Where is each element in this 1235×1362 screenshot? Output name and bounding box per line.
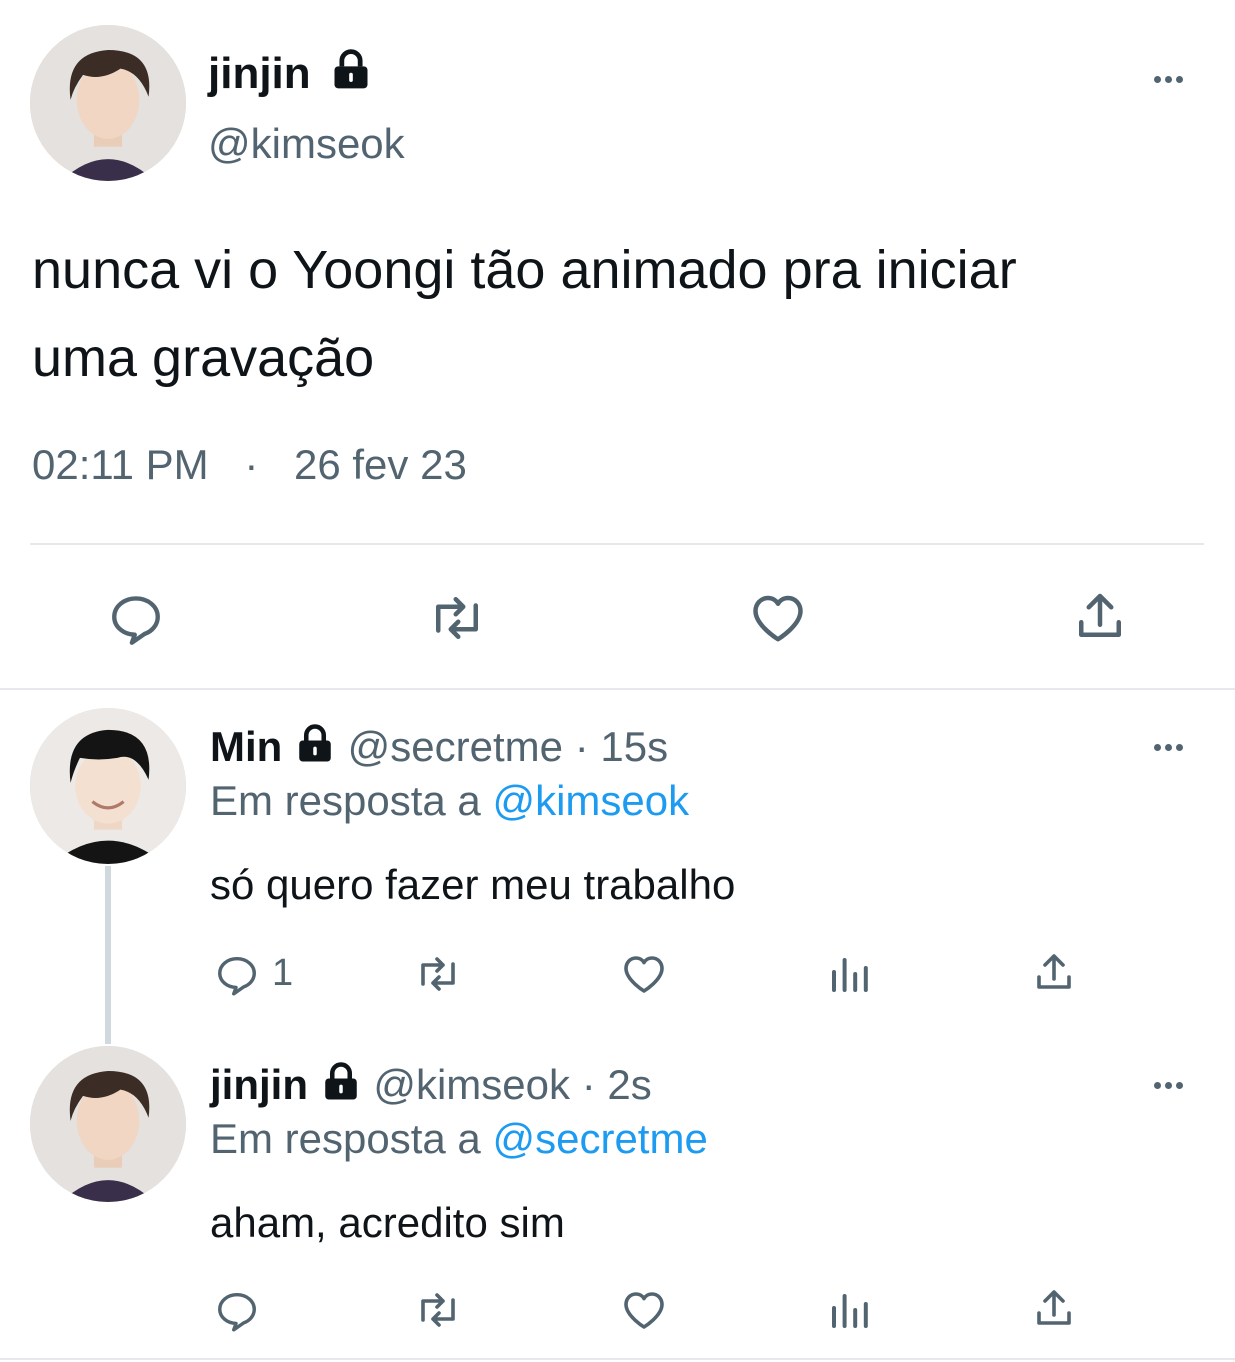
like-icon[interactable] [620,1286,668,1334]
reply-author-name[interactable]: Min [210,723,282,770]
retweet-icon[interactable] [424,588,490,648]
bottom-divider [0,1358,1235,1360]
reply-to-link[interactable]: @kimseok [492,777,689,824]
share-icon[interactable] [1070,586,1130,646]
reply-icon[interactable] [214,1288,260,1334]
views-icon[interactable] [826,950,874,998]
reply-to-link[interactable]: @secretme [492,1115,707,1162]
avatar-min[interactable] [30,708,186,864]
thread-line [105,866,111,1044]
author-name[interactable]: jinjin [208,49,311,98]
lock-icon [294,723,336,776]
reply-icon[interactable] [107,590,165,648]
meta-separator: · [244,441,259,488]
author-handle[interactable]: @kimseok [208,118,405,170]
reply-time[interactable]: 15s [600,723,668,770]
more-icon[interactable] [1154,1076,1187,1094]
tweet-text: nunca vi o Yoongi tão animado pra inicia… [32,226,1017,402]
more-icon[interactable] [1154,738,1187,756]
reply-author-name[interactable]: jinjin [210,1061,308,1108]
avatar-image [30,1046,186,1202]
tweet-text-line1: nunca vi o Yoongi tão animado pra inicia… [32,240,1017,300]
divider [30,543,1204,545]
reply-text: aham, acredito sim [210,1199,565,1246]
time-separator: · [574,723,589,770]
reply-prefix: Em resposta a [210,1115,481,1162]
reply-text: só quero fazer meu trabalho [210,861,736,908]
lock-icon [329,48,373,104]
tweet-date[interactable]: 26 fev 23 [294,441,467,488]
avatar-jinjin[interactable] [30,25,186,181]
avatar-jinjin[interactable] [30,1046,186,1202]
reply-author-handle[interactable]: @secretme [348,723,563,770]
avatar-image [30,708,186,864]
reply-time[interactable]: 2s [607,1061,651,1108]
time-separator: · [581,1061,596,1108]
retweet-icon[interactable] [412,1286,464,1334]
reply-count: 1 [272,952,294,994]
tweet-text-line2: uma gravação [32,328,375,388]
share-icon[interactable] [1030,1284,1078,1332]
reply-icon[interactable] [214,952,260,998]
section-divider [0,688,1235,690]
views-icon[interactable] [826,1286,874,1334]
reply-author-handle[interactable]: @kimseok [373,1061,570,1108]
tweet-time[interactable]: 02:11 PM [32,441,209,488]
share-icon[interactable] [1030,948,1078,996]
retweet-icon[interactable] [412,950,464,998]
more-icon[interactable] [1154,70,1187,88]
like-icon[interactable] [748,588,808,648]
avatar-image [30,25,186,181]
like-icon[interactable] [620,950,668,998]
lock-icon [320,1061,362,1114]
reply-prefix: Em resposta a [210,777,481,824]
